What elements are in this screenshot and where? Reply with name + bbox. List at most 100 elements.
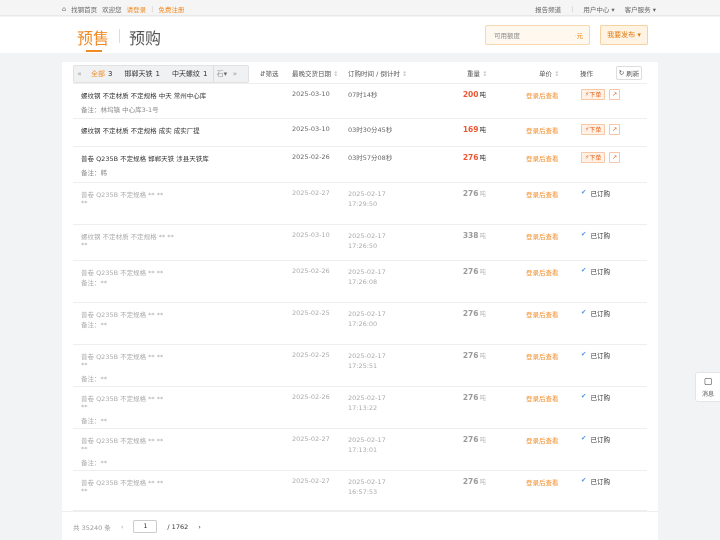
col-latest-date[interactable]: 最晚交货日期 ↕: [292, 68, 339, 80]
col-price[interactable]: 单价 ↕: [539, 68, 560, 80]
home-link[interactable]: 找钢首页: [71, 4, 97, 14]
check-icon: ✔: [581, 266, 587, 274]
check-icon: ✔: [581, 392, 587, 400]
row-note: **: [81, 199, 88, 207]
delivery-date: 2025-02-25: [292, 309, 330, 317]
product-name[interactable]: 普卷 Q235B 不定规格 ** **: [81, 435, 163, 445]
row-actions: ⚡ 下单 ↗: [581, 89, 621, 100]
delivery-date: 2025-02-26: [292, 267, 330, 275]
check-icon: ✔: [581, 350, 587, 358]
chevron-left-icon[interactable]: «: [74, 70, 85, 78]
ordered-badge: ✔ 已订购: [581, 350, 610, 360]
table-row[interactable]: 普卷 Q235B 不定规格 ** ** 备注：** 2025-02-25 2025-0…: [73, 303, 647, 345]
product-name[interactable]: 普卷 Q235B 不定规格 ** **: [81, 393, 163, 403]
table-row[interactable]: 螺纹钢 不定材质 不定规格 中天 常州中心库 备注：林坞镇 中心库3-1号 2025…: [73, 84, 647, 119]
order-time: 03时57分08秒: [348, 154, 393, 162]
message-float-button[interactable]: ▢ 消息: [695, 372, 720, 402]
share-button[interactable]: ↗: [609, 152, 621, 163]
product-name[interactable]: 普卷 Q235B 不定规格 ** **: [81, 309, 163, 319]
table-row[interactable]: 普卷 Q235B 不定规格 ** ** 备注：** 2025-02-26 2025-0…: [73, 261, 647, 303]
order-time: 2025-02-17 17:26:08: [348, 268, 386, 286]
col-order-time[interactable]: 订购时间 / 倒计时 ↕: [348, 68, 407, 80]
product-name[interactable]: 普卷 Q235B 不定规格 邯郸天铁 涉县天铁库: [81, 153, 209, 163]
login-link[interactable]: 请登录: [127, 4, 147, 14]
customer-service-menu[interactable]: 客户服务 ▾: [625, 4, 656, 14]
ordered-badge: ✔ 已订购: [581, 392, 610, 402]
col-weight[interactable]: 重量 ↕: [467, 68, 488, 80]
page-input[interactable]: 1: [133, 520, 158, 533]
order-button[interactable]: ⚡ 下单: [581, 89, 606, 100]
chevron-down-icon: ▾: [611, 6, 615, 14]
table-row[interactable]: 普卷 Q235B 不定规格 ** ** ** 2025-02-27 2025-02-1…: [73, 183, 647, 225]
filter-chip-all[interactable]: 全部 3: [85, 69, 118, 79]
row-note: 备注：**: [81, 417, 107, 425]
tab-preorder[interactable]: 预购: [129, 25, 161, 49]
ordered-badge: ✔ 已订购: [581, 434, 610, 444]
product-name[interactable]: 普卷 Q235B 不定规格 ** **: [81, 477, 163, 487]
row-weight: 276吨: [462, 153, 486, 162]
chevron-down-icon: ▾: [652, 6, 656, 14]
ordered-badge: ✔ 已订购: [581, 188, 610, 198]
login-to-view-link[interactable]: 登录后查看: [526, 309, 559, 319]
check-icon: ✔: [581, 308, 587, 316]
row-actions: ⚡ 下单 ↗: [581, 124, 621, 135]
filter-chip-handan[interactable]: 邯郸天铁 1: [118, 69, 165, 79]
user-center-menu[interactable]: 用户中心 ▾: [583, 4, 614, 14]
total-pages: / 1762: [167, 522, 189, 531]
check-icon: ✔: [581, 476, 587, 484]
filter-more-dropdown[interactable]: 石 ▾: [213, 66, 229, 82]
product-name[interactable]: 普卷 Q235B 不定规格 ** **: [81, 351, 163, 361]
login-to-view-link[interactable]: 登录后查看: [526, 393, 559, 403]
chevron-right-icon[interactable]: »: [229, 70, 240, 78]
row-weight: 169吨: [462, 125, 486, 134]
row-weight: 276吨: [462, 477, 486, 486]
login-to-view-link[interactable]: 登录后查看: [526, 90, 559, 100]
table-row[interactable]: 螺纹钢 不定材质 不定规格 ** ** ** 2025-03-10 2025-02-1…: [73, 225, 647, 261]
table-row[interactable]: 螺纹钢 不定材质 不定规格 成实 成实厂提 2025-03-10 03时30分45秒…: [73, 119, 647, 147]
share-icon: ↗: [612, 91, 618, 98]
product-name[interactable]: 螺纹钢 不定材质 不定规格 中天 常州中心库: [81, 90, 206, 100]
share-button[interactable]: ↗: [609, 124, 621, 135]
publish-button[interactable]: 我要发布 ▾: [600, 25, 648, 45]
quota-field[interactable]: 可用额度 ·元: [485, 25, 590, 45]
table-row[interactable]: 普卷 Q235B 不定规格 ** ** ** 备注：** 2025-02-25 2025…: [73, 345, 647, 387]
product-name[interactable]: 普卷 Q235B 不定规格 ** **: [81, 267, 163, 277]
report-channel-link[interactable]: 报告频道: [535, 4, 561, 14]
refresh-button[interactable]: ↻ 刷新: [616, 66, 642, 80]
order-button[interactable]: ⚡ 下单: [581, 152, 606, 163]
login-to-view-link[interactable]: 登录后查看: [526, 351, 559, 361]
filter-chip-zhongtian[interactable]: 中天螺纹 1: [166, 69, 213, 79]
table-row[interactable]: 普卷 Q235B 不定规格 ** ** ** 备注：** 2025-02-26 2025…: [73, 387, 647, 429]
table-row[interactable]: 普卷 Q235B 不定规格 ** ** ** 2025-02-27 2025-02-1…: [73, 471, 647, 511]
login-to-view-link[interactable]: 登录后查看: [526, 153, 559, 163]
order-button[interactable]: ⚡ 下单: [581, 124, 606, 135]
divider: [62, 511, 658, 512]
next-page-button[interactable]: ›: [198, 523, 201, 531]
row-weight: 276吨: [462, 351, 486, 360]
product-name[interactable]: 普卷 Q235B 不定规格 ** **: [81, 189, 163, 199]
register-link[interactable]: 免费注册: [158, 4, 184, 14]
table-row[interactable]: 普卷 Q235B 不定规格 ** ** ** 备注：** 2025-02-27 2025…: [73, 429, 647, 471]
chevron-down-icon: ▾: [637, 31, 641, 39]
prev-page-button[interactable]: ‹: [121, 523, 124, 531]
home-icon: ⌂: [62, 5, 67, 13]
login-to-view-link[interactable]: 登录后查看: [526, 435, 559, 445]
header: 预售 预购 可用额度 ·元 我要发布 ▾: [0, 17, 720, 53]
login-to-view-link[interactable]: 登录后查看: [526, 189, 559, 199]
row-weight: 276吨: [462, 435, 486, 444]
table-row[interactable]: 普卷 Q235B 不定规格 邯郸天铁 涉县天铁库 备注：韩 2025-02-26 03…: [73, 147, 647, 183]
product-name[interactable]: 螺纹钢 不定材质 不定规格 成实 成实厂提: [81, 125, 200, 135]
order-time: 2025-02-17 17:25:51: [348, 352, 386, 370]
order-time: 03时30分45秒: [348, 126, 393, 134]
login-to-view-link[interactable]: 登录后查看: [526, 477, 559, 487]
row-weight: 276吨: [462, 393, 486, 402]
col-ops: 操作: [580, 70, 593, 78]
share-button[interactable]: ↗: [609, 89, 621, 100]
login-to-view-link[interactable]: 登录后查看: [526, 231, 559, 241]
product-name[interactable]: 螺纹钢 不定材质 不定规格 ** **: [81, 231, 174, 241]
login-to-view-link[interactable]: 登录后查看: [526, 125, 559, 135]
filter-button[interactable]: ⇵筛选: [260, 68, 278, 80]
tab-presale[interactable]: 预售: [77, 25, 109, 49]
login-to-view-link[interactable]: 登录后查看: [526, 267, 559, 277]
row-weight: 276吨: [462, 309, 486, 318]
